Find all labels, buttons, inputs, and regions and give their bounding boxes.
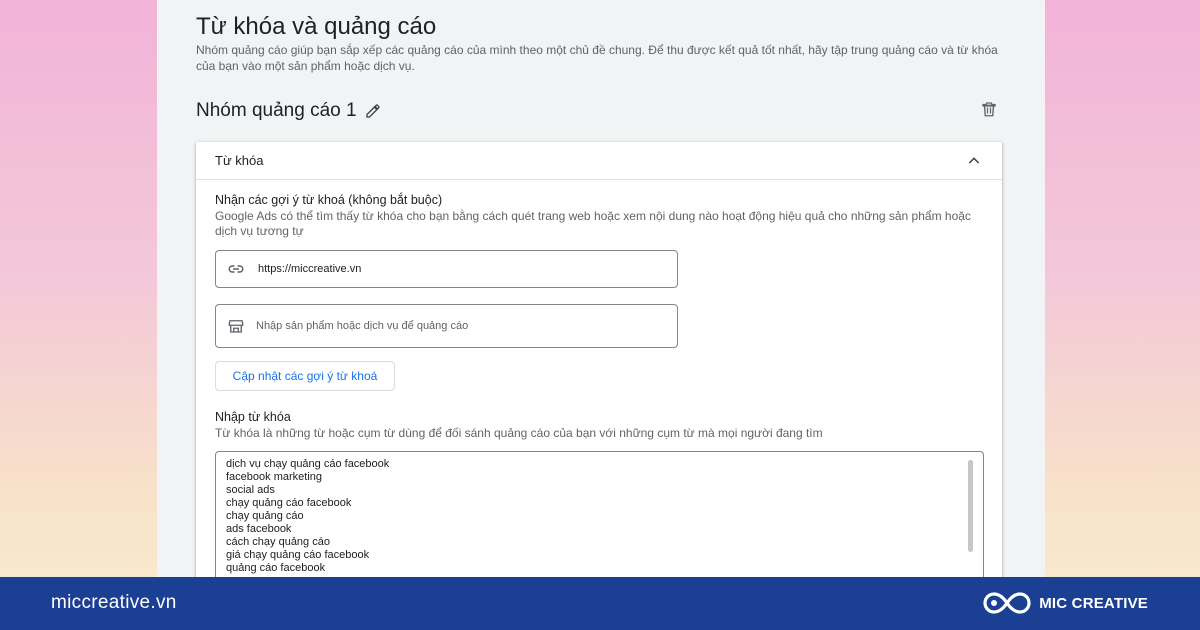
product-service-field[interactable]: Nhập sản phẩm hoặc dịch vụ để quảng cáo bbox=[215, 304, 678, 348]
link-icon bbox=[228, 265, 244, 273]
keyword-line: dịch vụ chạy quảng cáo facebook bbox=[226, 458, 390, 470]
brand-name: MIC CREATIVE bbox=[1039, 594, 1148, 612]
website-url-field[interactable]: https://miccreative.vn bbox=[215, 250, 678, 288]
keywords-card-header[interactable]: Từ khóa bbox=[196, 142, 1002, 180]
website-url-value: https://miccreative.vn bbox=[258, 263, 362, 275]
keyword-line: chạy quảng cáo facebook bbox=[226, 497, 352, 509]
ad-group-header: Nhóm quảng cáo 1 bbox=[196, 98, 996, 124]
keyword-line: facebook marketing bbox=[226, 471, 322, 483]
keyword-line: quảng cáo facebook bbox=[226, 562, 326, 574]
footer-brand: MIC CREATIVE bbox=[983, 587, 1148, 619]
footer-website: miccreative.vn bbox=[51, 592, 177, 613]
suggestions-title: Nhận các gợi ý từ khoá (không bắt buộc) bbox=[215, 193, 443, 207]
storefront-icon bbox=[228, 320, 244, 333]
suggestions-description: Google Ads có thể tìm thấy từ khóa cho b… bbox=[215, 209, 971, 238]
keywords-textarea[interactable]: dịch vụ chạy quảng cáo facebook facebook… bbox=[215, 451, 984, 580]
keyword-line: cách chạy quảng cáo bbox=[226, 536, 330, 548]
enter-keywords-title: Nhập từ khóa bbox=[215, 410, 291, 424]
ad-group-title: Nhóm quảng cáo 1 bbox=[196, 100, 357, 121]
keyword-line: social ads bbox=[226, 484, 275, 496]
section-description: Nhóm quảng cáo giúp bạn sắp xếp các quản… bbox=[196, 43, 998, 73]
update-suggestions-button[interactable]: Cập nhật các gợi ý từ khoá bbox=[215, 361, 395, 391]
footer-banner: miccreative.vn MIC CREATIVE bbox=[0, 577, 1200, 630]
product-service-placeholder: Nhập sản phẩm hoặc dịch vụ để quảng cáo bbox=[256, 320, 469, 332]
trash-icon[interactable] bbox=[980, 100, 998, 118]
infinity-logo-icon bbox=[983, 592, 1031, 614]
keyword-line: ads facebook bbox=[226, 523, 292, 535]
pencil-icon[interactable] bbox=[365, 103, 381, 119]
chevron-up-icon[interactable] bbox=[966, 153, 982, 169]
keyword-line: chạy quảng cáo bbox=[226, 510, 304, 522]
textarea-scrollbar[interactable] bbox=[968, 460, 973, 552]
keyword-line: giá chạy quảng cáo facebook bbox=[226, 549, 370, 561]
google-ads-panel: Từ khóa và quảng cáo Nhóm quảng cáo giúp… bbox=[157, 0, 1045, 580]
keywords-card-title: Từ khóa bbox=[215, 153, 264, 168]
enter-keywords-description: Từ khóa là những từ hoặc cụm từ dùng để … bbox=[215, 426, 823, 440]
keywords-card: Từ khóa Nhận các gợi ý từ khoá (không bắ… bbox=[196, 142, 1002, 580]
section-title: Từ khóa và quảng cáo bbox=[196, 13, 437, 40]
